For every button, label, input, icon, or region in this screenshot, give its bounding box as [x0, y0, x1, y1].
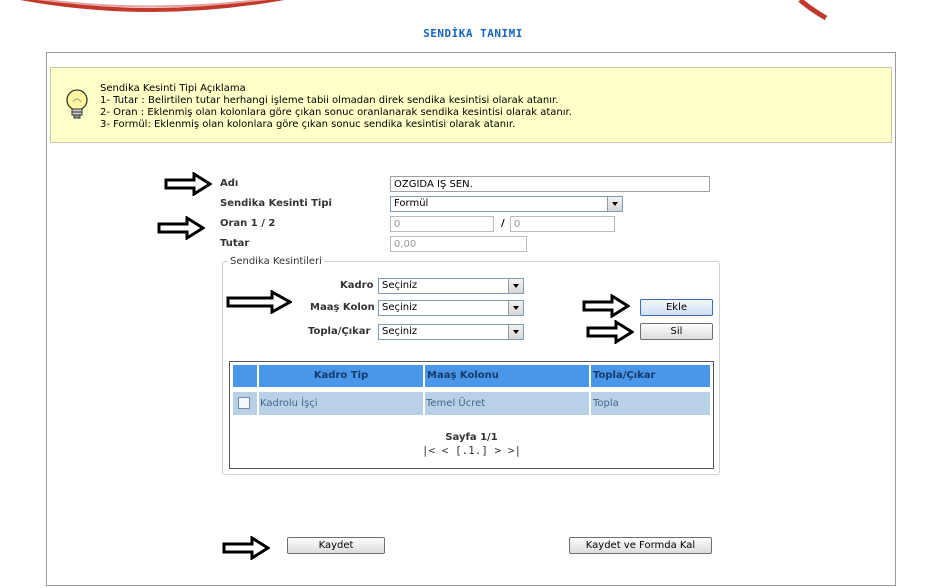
page-title: SENDİKA TANIMI — [423, 27, 523, 40]
info-heading: Sendika Kesinti Tipi Açıklama — [100, 83, 246, 94]
chevron-down-icon[interactable] — [508, 279, 523, 293]
annotation-arrow-icon — [222, 536, 270, 560]
adi-input[interactable] — [390, 176, 710, 192]
sil-button[interactable]: Sil — [640, 323, 713, 340]
kaydet-button[interactable]: Kaydet — [287, 537, 385, 554]
topla-cikar-select-value: Seçiniz — [382, 326, 418, 337]
grid-cell-topla-cikar: Topla — [591, 392, 710, 415]
info-line-formul: 3- Formül: Eklenmiş olan kolonlara göre … — [100, 119, 516, 130]
pager-nav[interactable]: |< < [.1.] > >| — [229, 444, 714, 457]
grid-cell-kadro-tip: Kadrolu İşçi — [259, 392, 423, 415]
oran2-input[interactable] — [510, 216, 615, 232]
table-row — [233, 392, 257, 415]
tutar-input[interactable] — [390, 236, 527, 252]
adi-label: Adı — [220, 178, 239, 189]
oran-label: Oran 1 / 2 — [220, 218, 276, 229]
ekle-button[interactable]: Ekle — [640, 299, 713, 316]
chevron-down-icon[interactable] — [508, 325, 523, 339]
kadro-label: Kadro — [340, 280, 374, 291]
annotation-arrow-icon — [164, 172, 212, 196]
chevron-down-icon[interactable] — [607, 197, 622, 211]
info-line-oran: 2- Oran : Eklenmiş olan kolonlara göre ç… — [100, 107, 572, 118]
row-checkbox[interactable] — [238, 397, 250, 409]
kesinti-tipi-value: Formül — [394, 198, 429, 209]
annotation-arrow-icon — [157, 216, 205, 240]
kesintiler-legend: Sendika Kesintileri — [228, 256, 324, 267]
lightbulb-icon — [66, 89, 88, 119]
topla-cikar-select[interactable]: Seçiniz — [378, 324, 524, 340]
kadro-select[interactable]: Seçiniz — [378, 278, 524, 294]
grid-header-kadro-tip[interactable]: Kadro Tip — [259, 365, 423, 387]
pager-page-text: Sayfa 1/1 — [445, 432, 498, 443]
oran1-input[interactable] — [390, 216, 494, 232]
grid-header-maas-kolonu[interactable]: Maaş Kolonu — [425, 365, 589, 387]
grid-header-select — [233, 365, 257, 387]
kesinti-tipi-label: Sendika Kesinti Tipi — [220, 198, 332, 209]
info-line-tutar: 1- Tutar : Belirtilen tutar herhangi işl… — [100, 95, 559, 106]
maas-kolon-label: Maaş Kolon — [310, 302, 375, 313]
maas-kolon-select-value: Seçiniz — [382, 302, 418, 313]
maas-kolon-select[interactable]: Seçiniz — [378, 300, 524, 316]
grid-header-topla-cikar[interactable]: Topla/Çıkar — [591, 365, 710, 387]
chevron-down-icon[interactable] — [508, 301, 523, 315]
grid-cell-maas-kolonu: Temel Ücret — [425, 392, 589, 415]
header-swoosh-decoration — [20, 0, 828, 21]
kaydet-ve-formda-kal-button[interactable]: Kaydet ve Formda Kal — [569, 537, 712, 554]
topla-cikar-label: Topla/Çıkar — [308, 326, 371, 337]
kesinti-tipi-select[interactable]: Formül — [390, 196, 623, 212]
tutar-label: Tutar — [220, 238, 250, 249]
oran-separator: / — [501, 218, 505, 229]
kadro-select-value: Seçiniz — [382, 280, 418, 291]
